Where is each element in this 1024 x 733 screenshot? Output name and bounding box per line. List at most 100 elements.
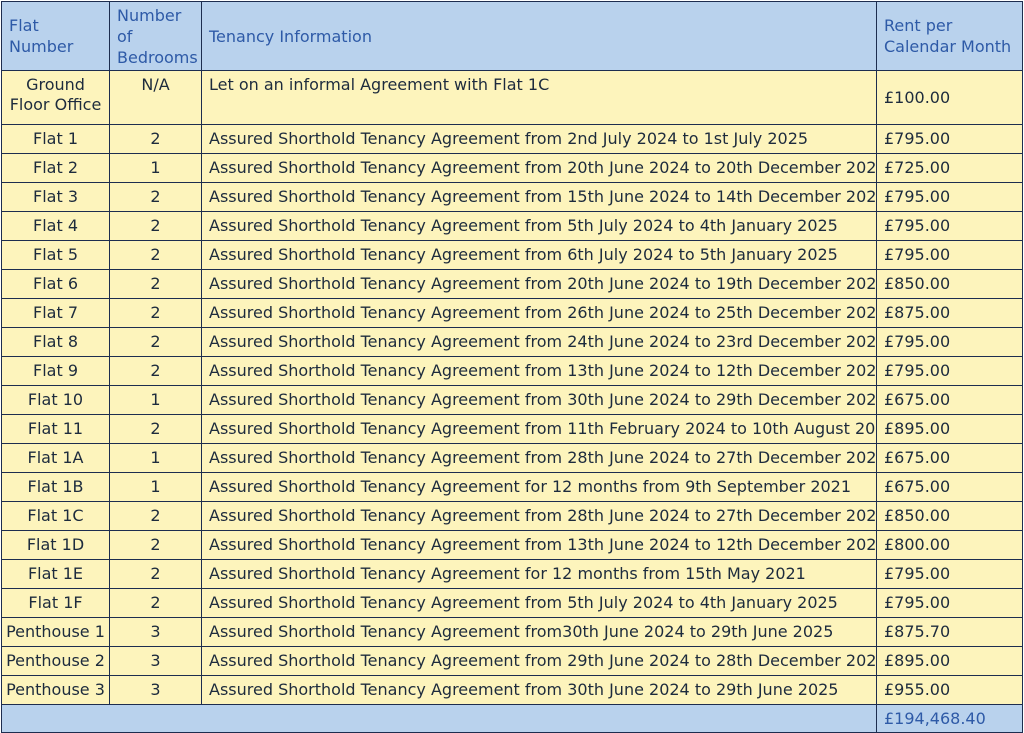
rent-cell: £955.00 (876, 675, 1023, 705)
bedrooms-cell: 2 (109, 269, 202, 299)
flat-number-cell: Flat 9 (1, 356, 110, 386)
table-row: Flat 1B 1 Assured Shorthold Tenancy Agreem… (1, 472, 1023, 502)
table-row: Flat 1F 2 Assured Shorthold Tenancy Agreem… (1, 588, 1023, 618)
rent-cell: £800.00 (876, 530, 1023, 560)
tenancy-info-cell: Assured Shorthold Tenancy Agreement from… (201, 530, 877, 560)
tenancy-table: Flat Number Number of Bedrooms Tenancy I… (1, 1, 1023, 733)
table-row: Ground Floor Office N/A Let on an informal… (1, 70, 1023, 125)
header-number-of-bedrooms: Number of Bedrooms (109, 1, 202, 71)
bedrooms-cell: 2 (109, 124, 202, 154)
table-row: Flat 4 2 Assured Shorthold Tenancy Agreeme… (1, 211, 1023, 241)
bedrooms-cell: 2 (109, 530, 202, 560)
bedrooms-cell: 2 (109, 356, 202, 386)
rent-cell: £795.00 (876, 559, 1023, 589)
rent-cell: £875.00 (876, 298, 1023, 328)
bedrooms-cell: 2 (109, 559, 202, 589)
tenancy-info-cell: Assured Shorthold Tenancy Agreement for … (201, 472, 877, 502)
table-row: Flat 3 2 Assured Shorthold Tenancy Agreeme… (1, 182, 1023, 212)
rent-cell: £795.00 (876, 211, 1023, 241)
rent-cell: £725.00 (876, 153, 1023, 183)
tenancy-info-cell: Assured Shorthold Tenancy Agreement from… (201, 443, 877, 473)
rent-cell: £875.70 (876, 617, 1023, 647)
flat-number-cell: Flat 3 (1, 182, 110, 212)
rent-cell: £795.00 (876, 240, 1023, 270)
bedrooms-cell: 1 (109, 443, 202, 473)
rent-cell: £795.00 (876, 588, 1023, 618)
rent-cell: £895.00 (876, 414, 1023, 444)
bedrooms-cell: 2 (109, 414, 202, 444)
tenancy-info-cell: Assured Shorthold Tenancy Agreement from… (201, 617, 877, 647)
flat-number-cell: Flat 6 (1, 269, 110, 299)
tenancy-info-cell: Assured Shorthold Tenancy Agreement from… (201, 327, 877, 357)
tenancy-info-cell: Let on an informal Agreement with Flat 1… (201, 70, 877, 125)
bedrooms-cell: 3 (109, 617, 202, 647)
table-row: Flat 7 2 Assured Shorthold Tenancy Agreeme… (1, 298, 1023, 328)
table-row: Penthouse 3 3 Assured Shorthold Tenancy Ag… (1, 675, 1023, 705)
tenancy-info-cell: Assured Shorthold Tenancy Agreement from… (201, 675, 877, 705)
rent-cell: £675.00 (876, 385, 1023, 415)
table-row: Flat 1A 1 Assured Shorthold Tenancy Agreem… (1, 443, 1023, 473)
bedrooms-cell: 2 (109, 501, 202, 531)
bedrooms-cell: 1 (109, 153, 202, 183)
total-rent: £194,468.40 (876, 704, 1023, 733)
bedrooms-cell: 2 (109, 182, 202, 212)
flat-number-cell: Flat 1E (1, 559, 110, 589)
header-tenancy-information: Tenancy Information (201, 1, 877, 71)
flat-number-cell: Flat 1 (1, 124, 110, 154)
rent-cell: £675.00 (876, 443, 1023, 473)
tenancy-info-cell: Assured Shorthold Tenancy Agreement from… (201, 646, 877, 676)
table-row: Flat 8 2 Assured Shorthold Tenancy Agreeme… (1, 327, 1023, 357)
bedrooms-cell: 2 (109, 588, 202, 618)
flat-number-cell: Flat 1C (1, 501, 110, 531)
flat-number-cell: Penthouse 1 (1, 617, 110, 647)
flat-number-cell: Flat 1F (1, 588, 110, 618)
tenancy-info-cell: Assured Shorthold Tenancy Agreement from… (201, 211, 877, 241)
bedrooms-cell: 2 (109, 240, 202, 270)
tenancy-info-cell: Assured Shorthold Tenancy Agreement from… (201, 298, 877, 328)
rent-cell: £850.00 (876, 269, 1023, 299)
bedrooms-cell: 3 (109, 646, 202, 676)
rent-cell: £795.00 (876, 327, 1023, 357)
flat-number-cell: Ground Floor Office (1, 70, 110, 125)
tenancy-info-cell: Assured Shorthold Tenancy Agreement from… (201, 588, 877, 618)
rent-cell: £850.00 (876, 501, 1023, 531)
rent-cell: £795.00 (876, 124, 1023, 154)
flat-number-cell: Flat 1D (1, 530, 110, 560)
table-row: Penthouse 1 3 Assured Shorthold Tenancy Ag… (1, 617, 1023, 647)
flat-number-cell: Flat 7 (1, 298, 110, 328)
bedrooms-cell: 1 (109, 472, 202, 502)
tenancy-info-cell: Assured Shorthold Tenancy Agreement from… (201, 124, 877, 154)
flat-number-cell: Flat 1A (1, 443, 110, 473)
bedrooms-cell: 2 (109, 211, 202, 241)
rent-cell: £895.00 (876, 646, 1023, 676)
flat-number-cell: Flat 10 (1, 385, 110, 415)
tenancy-info-cell: Assured Shorthold Tenancy Agreement from… (201, 269, 877, 299)
table-row: Flat 6 2 Assured Shorthold Tenancy Agreeme… (1, 269, 1023, 299)
tenancy-info-cell: Assured Shorthold Tenancy Agreement from… (201, 240, 877, 270)
table-row: Flat 11 2 Assured Shorthold Tenancy Agreem… (1, 414, 1023, 444)
table-row: Flat 1 2 Assured Shorthold Tenancy Agreeme… (1, 124, 1023, 154)
total-spacer-cell (1, 704, 877, 733)
total-row: £194,468.40 (1, 704, 1023, 733)
bedrooms-cell: 3 (109, 675, 202, 705)
header-row: Flat Number Number of Bedrooms Tenancy I… (1, 1, 1023, 71)
tenancy-info-cell: Assured Shorthold Tenancy Agreement from… (201, 356, 877, 386)
tenancy-info-cell: Assured Shorthold Tenancy Agreement from… (201, 414, 877, 444)
flat-number-cell: Flat 8 (1, 327, 110, 357)
tenancy-info-cell: Assured Shorthold Tenancy Agreement from… (201, 182, 877, 212)
table-row: Flat 1C 2 Assured Shorthold Tenancy Agreem… (1, 501, 1023, 531)
tenancy-info-cell: Assured Shorthold Tenancy Agreement from… (201, 501, 877, 531)
header-rent-per-month: Rent per Calendar Month (876, 1, 1023, 71)
table-row: Flat 1E 2 Assured Shorthold Tenancy Agreem… (1, 559, 1023, 589)
flat-number-cell: Penthouse 3 (1, 675, 110, 705)
table-row: Flat 10 1 Assured Shorthold Tenancy Agreem… (1, 385, 1023, 415)
table-row: Penthouse 2 3 Assured Shorthold Tenancy Ag… (1, 646, 1023, 676)
rent-cell: £795.00 (876, 356, 1023, 386)
tenancy-info-cell: Assured Shorthold Tenancy Agreement for … (201, 559, 877, 589)
tenancy-info-cell: Assured Shorthold Tenancy Agreement from… (201, 385, 877, 415)
table-row: Flat 5 2 Assured Shorthold Tenancy Agreeme… (1, 240, 1023, 270)
table-row: Flat 2 1 Assured Shorthold Tenancy Agreeme… (1, 153, 1023, 183)
flat-number-cell: Flat 4 (1, 211, 110, 241)
flat-number-cell: Flat 11 (1, 414, 110, 444)
bedrooms-cell: 2 (109, 327, 202, 357)
